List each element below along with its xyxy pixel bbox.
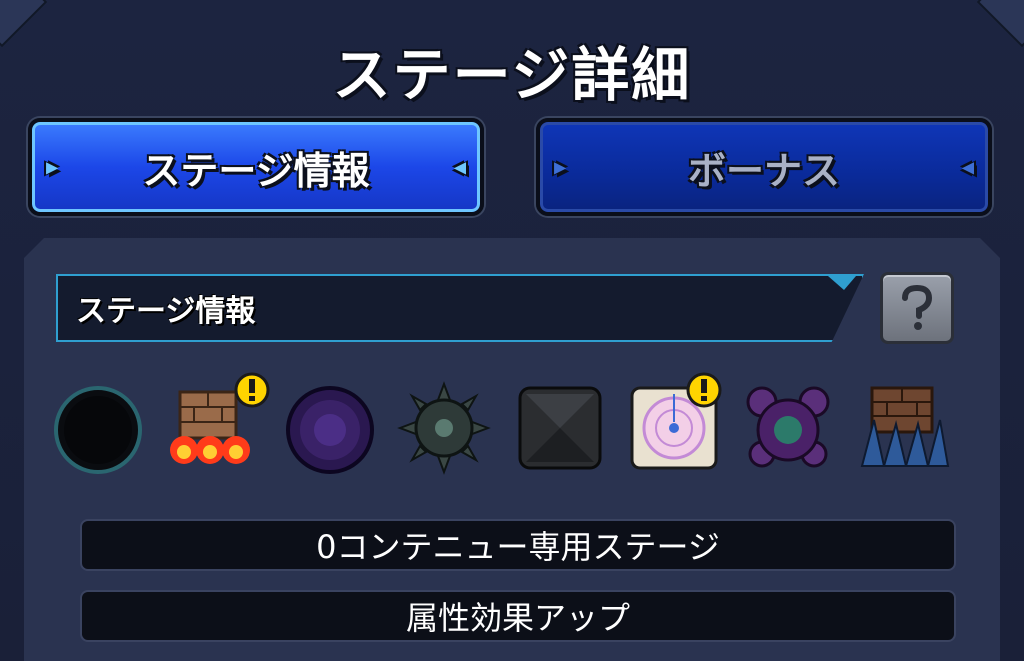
info-text: 0コンテニュー専用ステージ — [316, 528, 720, 566]
tab-label: ボーナス — [687, 148, 840, 193]
stage-detail-screen: ステージ詳細 ▶ ステージ情報 ◀ ▶ ボーナス ◀ ステージ情報 0コンテニュ… — [0, 0, 1024, 661]
tab-arrow-right-icon: ◀ — [961, 157, 974, 177]
info-text: 属性効果アップ — [405, 599, 630, 637]
section-header: ステージ情報 — [56, 274, 864, 342]
tab-arrow-left-icon: ▶ — [554, 157, 567, 177]
tab-stage-info[interactable]: ▶ ステージ情報 ◀ — [28, 118, 484, 216]
info-bar-continue: 0コンテニュー専用ステージ — [80, 519, 956, 571]
info-bar-attribute: 属性効果アップ — [80, 590, 956, 642]
warning-icon — [234, 372, 270, 408]
gimmick-icon-row — [50, 372, 960, 480]
tab-arrow-right-icon: ◀ — [453, 157, 466, 177]
tab-bonus[interactable]: ▶ ボーナス ◀ — [536, 118, 992, 216]
dark-vortex-icon[interactable] — [50, 380, 146, 476]
brick-wall-spikes-icon[interactable] — [854, 380, 950, 476]
tab-label: ステージ情報 — [142, 148, 370, 193]
help-button[interactable] — [880, 272, 954, 344]
tab-arrow-left-icon: ▶ — [46, 157, 59, 177]
page-title: ステージ詳細 — [332, 41, 692, 109]
section-title: ステージ情報 — [76, 294, 256, 329]
black-block-icon[interactable] — [512, 380, 608, 476]
spiked-mine-icon[interactable] — [396, 380, 492, 476]
black-hole-icon[interactable] — [282, 380, 378, 476]
purple-gear-shield-icon[interactable] — [740, 380, 836, 476]
warning-icon — [686, 372, 722, 408]
question-mark-icon — [902, 284, 933, 330]
